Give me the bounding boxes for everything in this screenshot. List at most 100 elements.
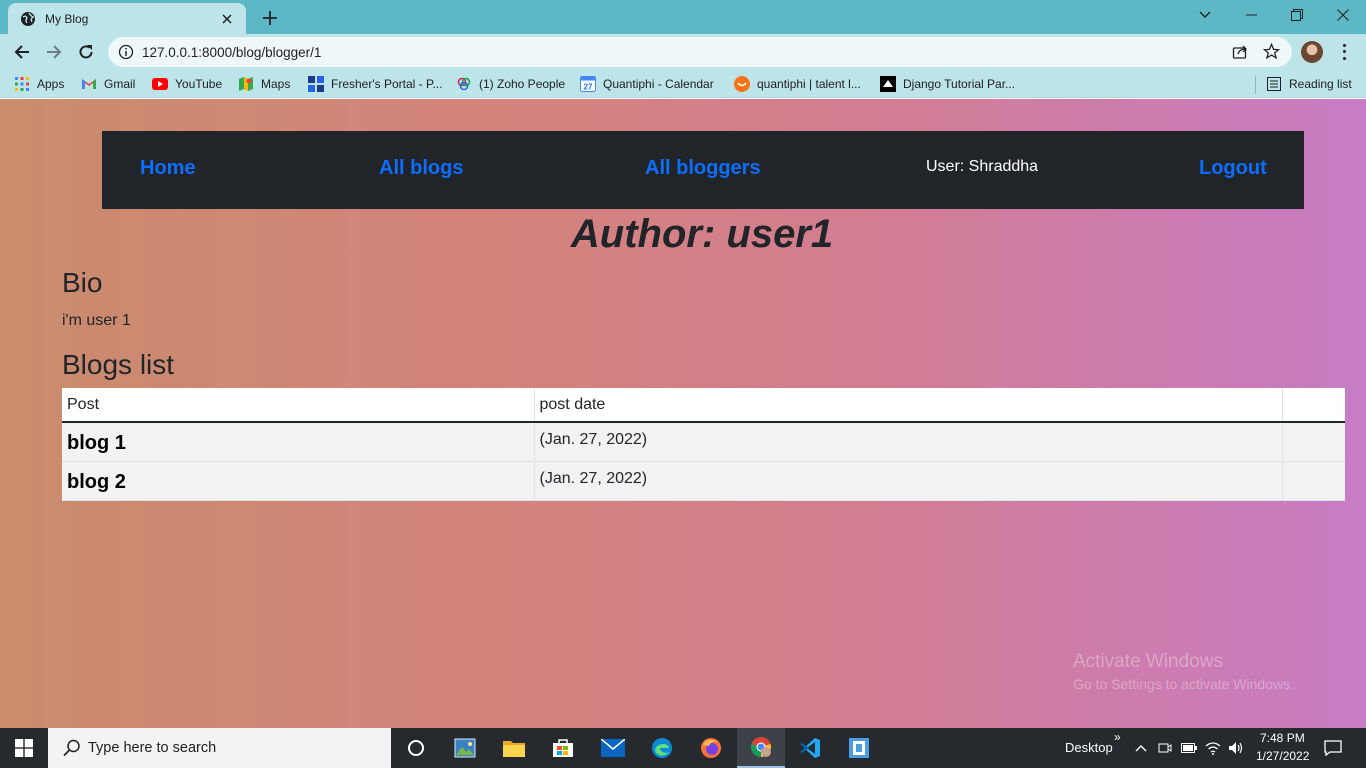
globe-icon	[20, 11, 36, 27]
browser-tab-strip: My Blog	[0, 0, 1366, 34]
toolbar-overflow-icon[interactable]: »	[1114, 730, 1121, 744]
talent-icon	[734, 76, 750, 92]
bookmark-maps[interactable]: Maps	[238, 75, 290, 93]
close-window-button[interactable]	[1320, 0, 1366, 30]
folder-icon	[503, 741, 525, 757]
page-body: Home All blogs All bloggers User: Shradd…	[0, 99, 1366, 728]
taskbar-store[interactable]	[539, 728, 587, 768]
photos-icon	[454, 738, 476, 758]
bookmark-label: Maps	[261, 77, 291, 91]
start-button[interactable]	[0, 728, 48, 768]
reading-list-icon	[1266, 76, 1282, 92]
chrome-icon	[751, 737, 771, 757]
bookmark-quantiphi-calendar[interactable]: 27 Quantiphi - Calendar	[580, 75, 714, 93]
taskbar-file-explorer[interactable]	[490, 728, 538, 768]
svg-text:27: 27	[584, 83, 593, 92]
empty-cell	[1282, 422, 1345, 462]
taskbar-vscode[interactable]	[786, 728, 834, 768]
app-window-icon	[849, 738, 869, 758]
browser-tab-active[interactable]: My Blog	[8, 3, 246, 34]
bookmark-star-icon[interactable]	[1262, 42, 1281, 63]
taskbar-search-box[interactable]: Type here to search	[48, 728, 391, 768]
tab-search-chevron-icon[interactable]	[1182, 0, 1228, 30]
desktop-toolbar-label[interactable]: Desktop	[1065, 740, 1113, 755]
edge-icon	[652, 738, 672, 758]
bookmark-label: Django Tutorial Par...	[903, 77, 1016, 91]
minimize-button[interactable]	[1228, 0, 1274, 30]
clock-date[interactable]: 1/27/2022	[1256, 749, 1309, 763]
nav-all-blogs-link[interactable]: All blogs	[379, 157, 463, 180]
show-hidden-icons-chevron-icon[interactable]	[1132, 738, 1150, 758]
store-icon	[553, 739, 573, 757]
table-row: blog 1 (Jan. 27, 2022)	[62, 422, 1345, 462]
notification-center-icon[interactable]	[1324, 738, 1342, 758]
close-tab-icon[interactable]	[218, 10, 236, 28]
page-title: Author: user1	[570, 212, 834, 256]
reading-list-button[interactable]: Reading list	[1266, 75, 1352, 93]
bookmark-label: Fresher's Portal - P...	[331, 77, 443, 91]
battery-icon[interactable]	[1180, 738, 1198, 758]
nav-all-bloggers-link[interactable]: All bloggers	[645, 157, 761, 180]
taskbar-mail[interactable]	[589, 728, 637, 768]
taskbar-snip-app[interactable]	[835, 728, 883, 768]
forward-button[interactable]	[40, 38, 68, 66]
new-tab-button[interactable]	[258, 6, 282, 30]
search-icon	[62, 738, 82, 758]
apps-grid-icon	[14, 76, 30, 92]
bookmark-django-tutorial[interactable]: Django Tutorial Par...	[880, 75, 1015, 93]
firefox-icon	[701, 738, 721, 758]
column-header-post: Post	[62, 388, 535, 423]
back-button[interactable]	[8, 38, 36, 66]
bookmark-label: quantiphi | talent l...	[757, 77, 861, 91]
reload-button[interactable]	[72, 38, 100, 66]
watermark-title: Activate Windows	[1073, 651, 1223, 672]
clock-time[interactable]: 7:48 PM	[1260, 731, 1305, 745]
table-header-row: Post post date	[62, 388, 1345, 423]
wifi-icon[interactable]	[1204, 738, 1222, 758]
taskbar-photos[interactable]	[441, 728, 489, 768]
blogs-table: Post post date blog 1 (Jan. 27, 2022) bl…	[62, 388, 1345, 501]
address-bar[interactable]: 127.0.0.1:8000/blog/blogger/1	[108, 37, 1292, 67]
bookmark-zoho-people[interactable]: (1) Zoho People	[456, 75, 565, 93]
bio-text: i'm user 1	[62, 312, 131, 329]
bookmark-quantiphi-talent[interactable]: quantiphi | talent l...	[734, 75, 861, 93]
bookmark-label: Quantiphi - Calendar	[603, 77, 714, 91]
site-navbar: Home All blogs All bloggers User: Shradd…	[102, 131, 1304, 209]
mail-icon	[601, 739, 625, 757]
post-link[interactable]: blog 2	[67, 471, 126, 493]
volume-icon[interactable]	[1227, 738, 1245, 758]
bookmarks-bar: Apps Gmail YouTube Maps Fresher's Portal…	[0, 70, 1366, 98]
bookmark-youtube[interactable]: YouTube	[152, 75, 222, 93]
task-view-button[interactable]	[392, 728, 440, 768]
bookmark-apps[interactable]: Apps	[14, 75, 64, 93]
nav-logout-link[interactable]: Logout	[1199, 157, 1267, 180]
taskbar-edge[interactable]	[638, 728, 686, 768]
site-info-icon[interactable]	[118, 44, 134, 60]
taskbar-firefox[interactable]	[687, 728, 735, 768]
youtube-icon	[152, 76, 168, 92]
mdn-icon	[880, 76, 896, 92]
browser-menu-icon[interactable]	[1336, 42, 1352, 62]
bookmarks-divider	[1255, 76, 1256, 94]
profile-avatar[interactable]	[1301, 41, 1323, 63]
restore-button[interactable]	[1274, 0, 1320, 30]
bookmark-label: (1) Zoho People	[479, 77, 566, 91]
share-icon[interactable]	[1232, 44, 1248, 63]
bookmark-gmail[interactable]: Gmail	[81, 75, 135, 93]
tab-title: My Blog	[45, 11, 89, 26]
portal-icon	[308, 76, 324, 92]
zoho-icon	[456, 76, 472, 92]
search-placeholder: Type here to search	[88, 740, 217, 756]
blogs-list-heading: Blogs list	[62, 349, 175, 380]
windows-logo-icon	[15, 739, 33, 757]
column-header-post-date: post date	[534, 388, 1283, 423]
meet-now-icon[interactable]	[1156, 738, 1174, 758]
post-date-cell: (Jan. 27, 2022)	[534, 422, 1283, 462]
post-link[interactable]: blog 1	[67, 432, 126, 454]
gmail-icon	[81, 76, 97, 92]
post-cell: blog 2	[62, 461, 535, 501]
url-text[interactable]: 127.0.0.1:8000/blog/blogger/1	[142, 45, 321, 60]
nav-home-link[interactable]: Home	[140, 157, 196, 180]
bookmark-freshers-portal[interactable]: Fresher's Portal - P...	[308, 75, 442, 93]
taskbar-chrome[interactable]	[737, 728, 785, 768]
